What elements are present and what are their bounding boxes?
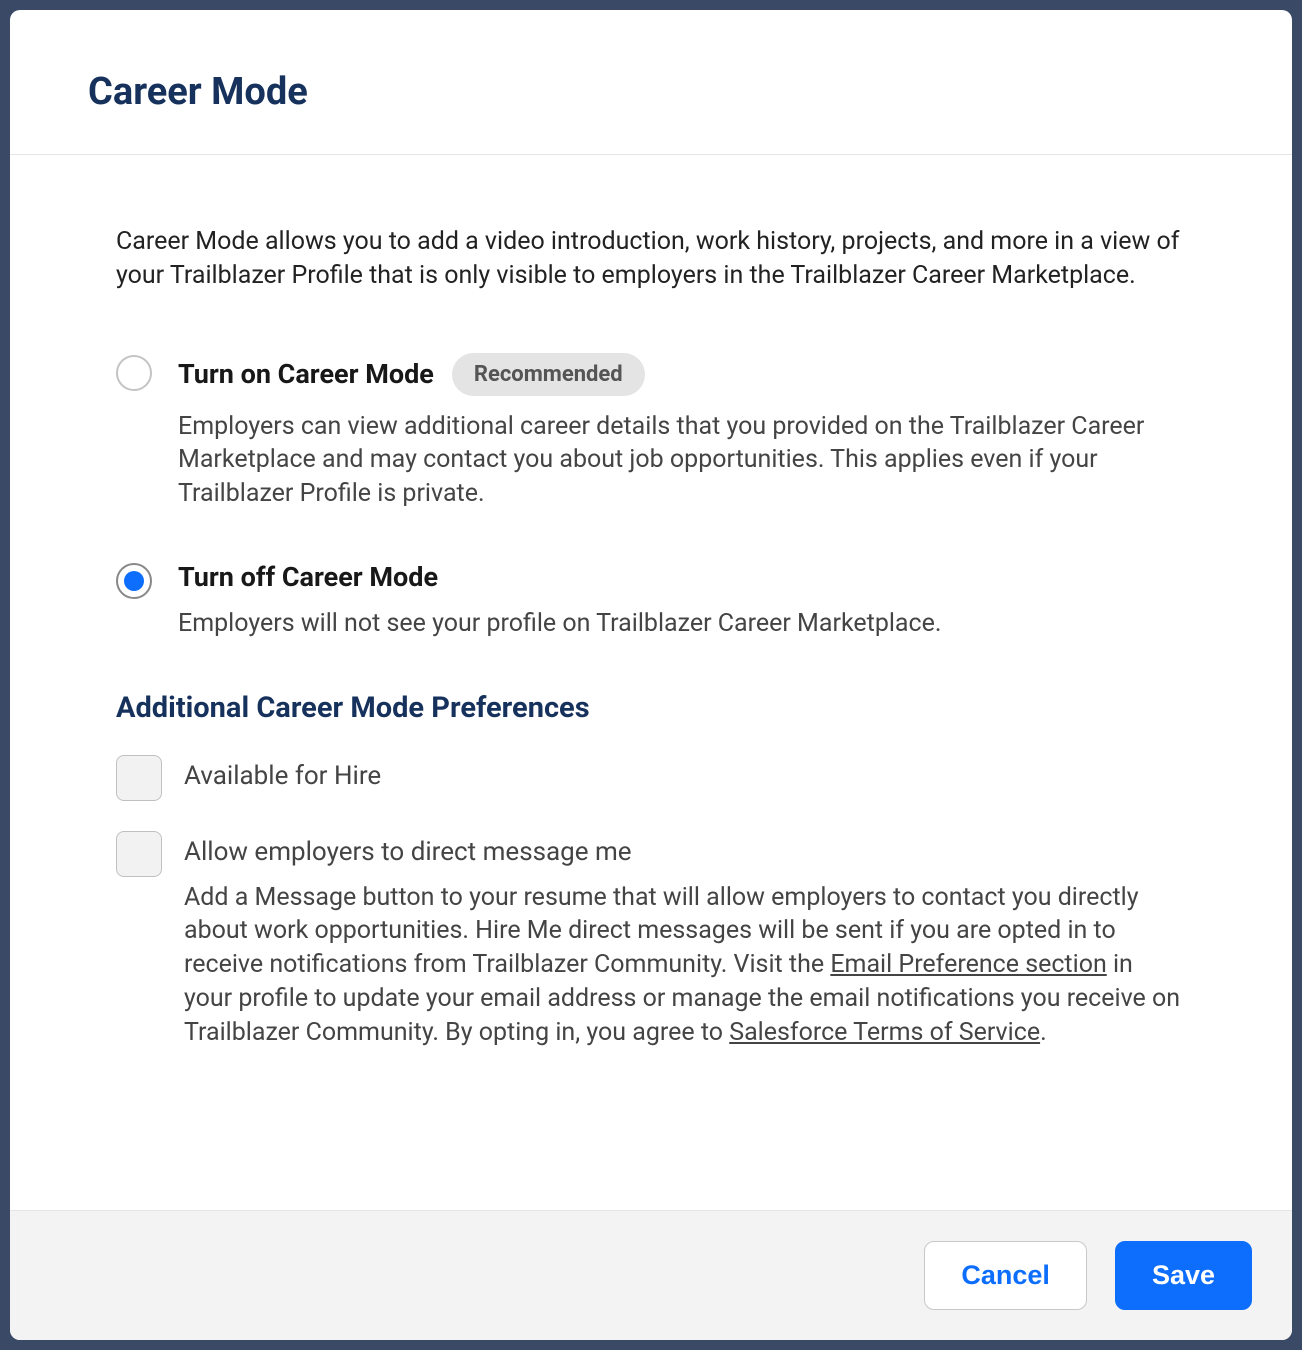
terms-of-service-link[interactable]: Salesforce Terms of Service — [729, 1018, 1040, 1047]
checkbox-label: Available for Hire — [184, 761, 381, 791]
radio-icon — [116, 355, 152, 391]
save-button[interactable]: Save — [1115, 1241, 1252, 1310]
radio-label: Turn on Career Mode — [178, 358, 434, 390]
radio-icon — [116, 563, 152, 599]
radio-dot-icon — [124, 571, 144, 591]
checkbox-allow-direct-message[interactable]: Allow employers to direct message me Add… — [116, 831, 1186, 1050]
checkbox-label: Allow employers to direct message me — [184, 837, 632, 867]
radio-label-row: Turn on Career Mode Recommended — [178, 353, 1186, 396]
radio-content: Turn off Career Mode Employers will not … — [178, 561, 1186, 641]
cancel-button[interactable]: Cancel — [924, 1241, 1087, 1310]
intro-text: Career Mode allows you to add a video in… — [116, 225, 1186, 293]
checkbox-available-for-hire[interactable]: Available for Hire — [116, 755, 1186, 801]
checkbox-content: Available for Hire — [184, 755, 1186, 791]
radio-content: Turn on Career Mode Recommended Employer… — [178, 353, 1186, 511]
checkbox-content: Allow employers to direct message me Add… — [184, 831, 1186, 1050]
career-mode-modal: Career Mode Career Mode allows you to ad… — [10, 10, 1292, 1340]
modal-footer: Cancel Save — [10, 1210, 1292, 1340]
radio-label-row: Turn off Career Mode — [178, 561, 1186, 593]
radio-description: Employers will not see your profile on T… — [178, 607, 1186, 641]
preferences-title: Additional Career Mode Preferences — [116, 691, 1186, 725]
radio-turn-off-career-mode[interactable]: Turn off Career Mode Employers will not … — [116, 561, 1186, 641]
desc-text: . — [1040, 1018, 1047, 1047]
radio-turn-on-career-mode[interactable]: Turn on Career Mode Recommended Employer… — [116, 353, 1186, 511]
radio-description: Employers can view additional career det… — [178, 410, 1186, 511]
modal-header: Career Mode — [10, 10, 1292, 155]
radio-label: Turn off Career Mode — [178, 561, 438, 593]
checkbox-icon — [116, 755, 162, 801]
checkbox-description: Add a Message button to your resume that… — [184, 881, 1186, 1050]
page-title: Career Mode — [88, 70, 1214, 114]
modal-body: Career Mode allows you to add a video in… — [10, 155, 1292, 1210]
email-preference-link[interactable]: Email Preference section — [830, 950, 1106, 979]
recommended-badge: Recommended — [452, 353, 645, 396]
checkbox-icon — [116, 831, 162, 877]
